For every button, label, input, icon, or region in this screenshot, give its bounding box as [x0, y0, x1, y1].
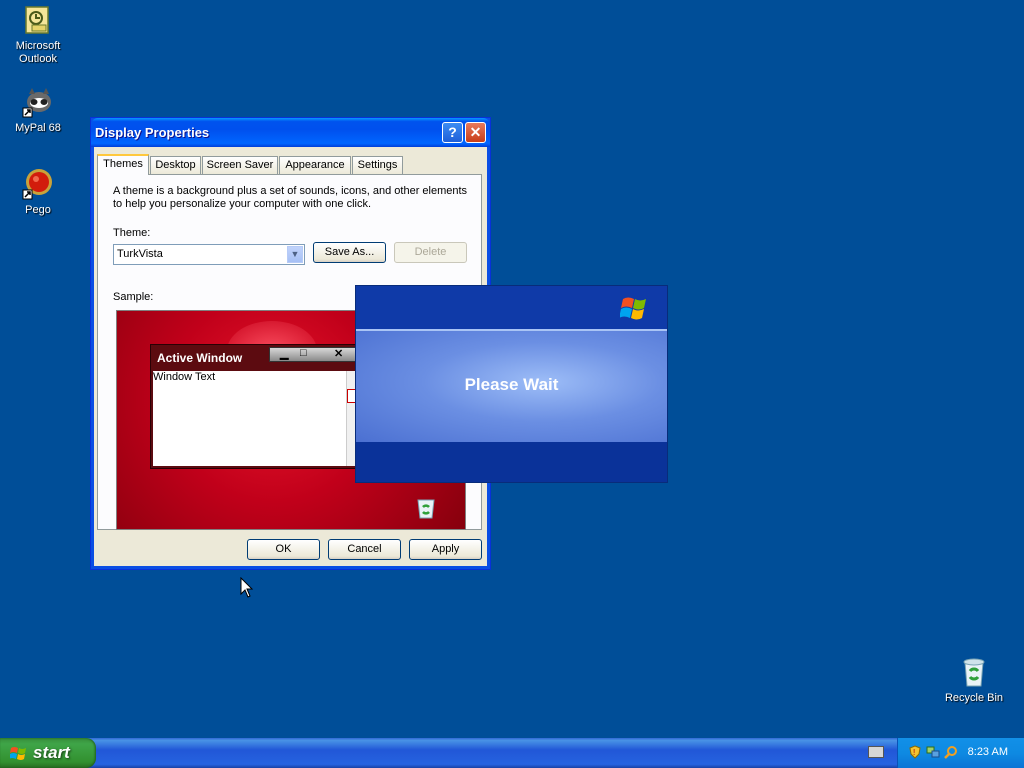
- delete-button[interactable]: Delete: [394, 242, 467, 263]
- taskbar: start ! 8:23 AM: [0, 738, 1024, 768]
- sample-window-body: Window Text: [153, 371, 357, 466]
- wait-footer: [356, 442, 667, 482]
- tab-screen-saver[interactable]: Screen Saver: [202, 156, 278, 174]
- recycle-bin-icon: [417, 499, 435, 519]
- desktop-icon-mypal[interactable]: MyPal 68: [0, 86, 76, 135]
- security-shield-icon[interactable]: !: [908, 745, 922, 759]
- help-button[interactable]: ?: [442, 122, 463, 143]
- start-button[interactable]: start: [0, 738, 96, 768]
- network-icon[interactable]: [926, 745, 940, 759]
- chevron-down-icon[interactable]: ▼: [287, 246, 303, 263]
- tab-themes[interactable]: Themes: [97, 154, 149, 175]
- please-wait-dialog: Please Wait: [355, 285, 668, 483]
- theme-dropdown-value: TurkVista: [117, 248, 163, 260]
- window-title: Display Properties: [95, 125, 210, 140]
- sample-active-window: Active Window ▁ □ ✕ Window Text: [150, 344, 360, 469]
- tab-desktop[interactable]: Desktop: [150, 156, 201, 174]
- please-wait-message: Please Wait: [464, 375, 559, 394]
- close-icon: ✕: [469, 124, 482, 140]
- wait-header: [356, 286, 667, 329]
- svg-text:!: !: [913, 748, 915, 757]
- apply-button[interactable]: Apply: [409, 539, 482, 560]
- minimize-icon: ▁: [280, 348, 289, 360]
- theme-label: Theme:: [113, 227, 151, 239]
- help-icon: ?: [448, 124, 457, 140]
- outlook-icon: [22, 4, 54, 36]
- search-icon[interactable]: [944, 745, 958, 759]
- desktop-icon-label: MyPal 68: [15, 122, 61, 134]
- save-as-button[interactable]: Save As...: [313, 242, 386, 263]
- theme-dropdown[interactable]: TurkVista ▼: [113, 244, 305, 265]
- system-tray: ! 8:23 AM: [897, 738, 1024, 768]
- tab-appearance[interactable]: Appearance: [279, 156, 351, 174]
- desktop-icon-label: Pego: [25, 204, 51, 216]
- mypal-icon: [22, 86, 54, 118]
- theme-description: A theme is a background plus a set of so…: [113, 185, 468, 210]
- sample-label: Sample:: [113, 291, 154, 303]
- title-bar[interactable]: Display Properties ? ✕: [91, 118, 490, 147]
- desktop-icon-label: Recycle Bin: [944, 692, 1004, 704]
- tab-settings[interactable]: Settings: [352, 156, 403, 174]
- keyboard-layout-icon[interactable]: [868, 746, 884, 758]
- sample-window-title: Active Window: [157, 351, 243, 365]
- desktop-icon-pego[interactable]: Pego: [0, 168, 76, 217]
- desktop-icon-recycle-bin[interactable]: Recycle Bin: [936, 656, 1012, 705]
- clock[interactable]: 8:23 AM: [968, 746, 1008, 758]
- desktop-icon-label: Microsoft Outlook: [15, 40, 61, 65]
- cancel-button[interactable]: Cancel: [328, 539, 401, 560]
- close-button[interactable]: ✕: [465, 122, 486, 143]
- maximize-icon: □: [300, 347, 307, 359]
- sample-window-buttons: ▁ □ ✕: [269, 347, 359, 362]
- mouse-cursor-icon: [240, 577, 254, 598]
- pego-icon: [22, 168, 54, 200]
- desktop-icon-outlook[interactable]: Microsoft Outlook: [0, 4, 76, 66]
- sample-window-text: Window Text: [153, 371, 216, 383]
- start-label: start: [33, 743, 70, 762]
- close-icon: ✕: [334, 348, 344, 360]
- ok-button[interactable]: OK: [247, 539, 320, 560]
- windows-logo-icon: [10, 747, 26, 760]
- recycle-bin-icon: [958, 656, 990, 688]
- windows-logo-icon: [620, 297, 646, 320]
